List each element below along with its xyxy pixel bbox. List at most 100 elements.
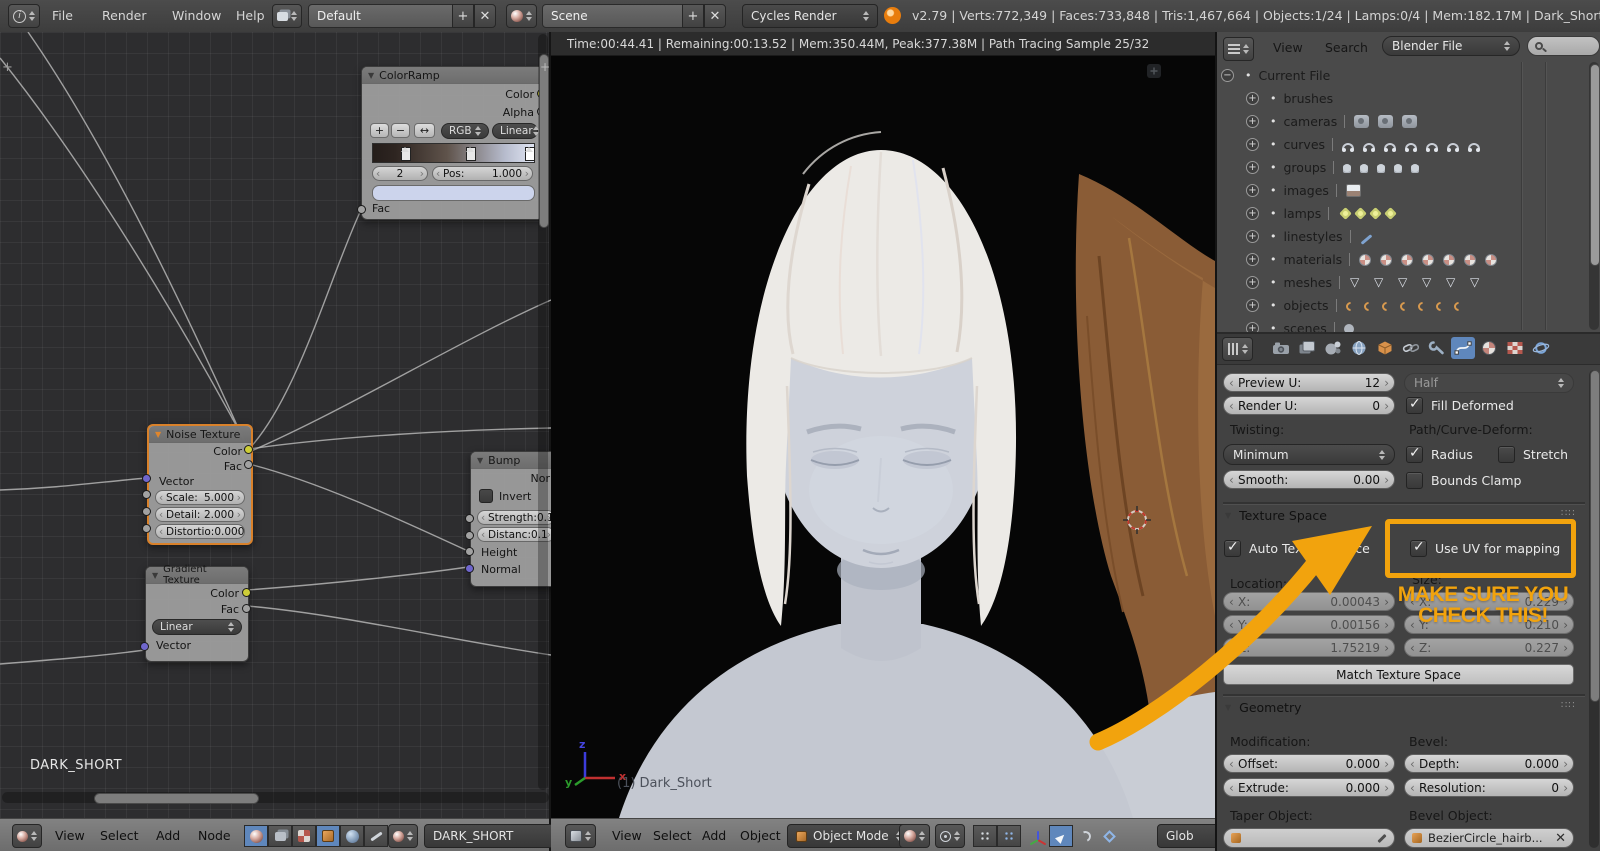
size-y-slider[interactable]: Y:0.210 — [1404, 615, 1574, 634]
menu-render[interactable]: Render — [96, 8, 153, 23]
noise-detail-slider[interactable]: Detail:2.000 — [155, 507, 245, 522]
menu-add[interactable]: Add — [156, 819, 180, 851]
resolution-slider[interactable]: Resolution:0 — [1404, 778, 1574, 797]
socket-bump-distance[interactable] — [465, 531, 474, 540]
socket-colorramp-fac[interactable] — [357, 205, 366, 214]
region-expand-icon[interactable]: + — [2, 60, 13, 75]
socket-noise-vector[interactable] — [142, 474, 151, 483]
tab-modifiers[interactable] — [1425, 337, 1449, 359]
ramp-stop-active[interactable] — [525, 147, 535, 161]
horizontal-scrollbar[interactable] — [2, 792, 549, 803]
node-tree-texture-toggle[interactable] — [292, 825, 316, 847]
panel-drag-icon[interactable]: ∷∷ — [1561, 508, 1576, 519]
menu-view[interactable]: View — [612, 819, 642, 851]
expand-icon[interactable]: + — [1246, 184, 1259, 197]
outliner-row-objects[interactable]: +•objects — [1217, 294, 1585, 317]
node-tree-compositing-toggle[interactable] — [268, 825, 292, 847]
expand-icon[interactable]: + — [1246, 138, 1259, 151]
render-engine-dropdown[interactable]: Cycles Render — [742, 4, 878, 28]
shader-linestyle-toggle[interactable] — [364, 825, 388, 847]
size-x-slider[interactable]: X:0.229 — [1404, 592, 1574, 611]
collapse-icon[interactable]: ▼ — [155, 430, 161, 439]
ramp-position-slider[interactable]: Pos:1.000 — [432, 166, 533, 181]
tab-object[interactable] — [1373, 337, 1397, 359]
scene-name-field[interactable]: Scene — [542, 4, 698, 28]
socket-bump-normal[interactable] — [465, 564, 474, 573]
tab-texture[interactable] — [1503, 337, 1527, 359]
outliner-scrollbar[interactable] — [1589, 62, 1599, 330]
mode-dropdown[interactable]: Object Mode — [787, 824, 911, 848]
menu-search[interactable]: Search — [1325, 40, 1368, 55]
outliner-row-groups[interactable]: +•groups — [1217, 156, 1585, 179]
menu-window[interactable]: Window — [166, 8, 227, 23]
tab-world[interactable] — [1347, 337, 1371, 359]
radius-checkbox[interactable]: Radius — [1406, 446, 1473, 463]
vertical-scrollbar[interactable] — [538, 34, 548, 790]
expand-icon[interactable]: + — [1246, 253, 1259, 266]
manipulator-axis-button[interactable] — [1025, 825, 1049, 847]
bevel-object-field[interactable]: BezierCircle_hairb... ✕ — [1404, 828, 1574, 848]
material-selector-button[interactable] — [388, 824, 418, 848]
checkbox[interactable] — [1224, 540, 1241, 557]
twist-method-dropdown[interactable]: Minimum — [1223, 444, 1395, 465]
scene-selector-icon[interactable] — [506, 4, 537, 28]
expand-icon[interactable]: + — [1246, 207, 1259, 220]
viewport-shading-dropdown[interactable] — [899, 824, 930, 848]
pivot-align-toggle[interactable] — [973, 825, 997, 847]
region-expand-icon[interactable]: + — [540, 60, 550, 74]
socket-noise-detail[interactable] — [142, 507, 151, 516]
tab-object-data[interactable] — [1451, 337, 1475, 359]
node-noise-texture[interactable]: ▼Noise Texture Color Fac Vector Scale:5.… — [147, 424, 253, 545]
expand-icon[interactable]: + — [1246, 161, 1259, 174]
editor-type-button-info[interactable]: i — [8, 4, 40, 28]
noise-distortion-slider[interactable]: Distortio:0.000 — [155, 524, 245, 539]
ramp-interpolation-dropdown[interactable]: Linear — [492, 123, 538, 139]
panel-drag-icon[interactable]: ∷∷ — [1561, 700, 1576, 711]
screen-layout-name-field[interactable]: Default — [308, 4, 468, 28]
checkbox[interactable] — [1498, 446, 1515, 463]
menu-view[interactable]: View — [55, 819, 85, 851]
editor-type-button-node[interactable] — [12, 824, 42, 848]
ramp-add-button[interactable]: + — [370, 123, 389, 138]
ramp-flip-button[interactable]: ↔ — [414, 123, 435, 138]
viewport-3d[interactable]: Time:00:44.41 | Remaining:00:13.52 | Mem… — [551, 32, 1215, 851]
stretch-checkbox[interactable]: Stretch — [1498, 446, 1568, 463]
checkbox[interactable] — [1406, 446, 1423, 463]
extrude-slider[interactable]: Extrude:0.000 — [1223, 778, 1395, 797]
auto-texture-space-checkbox[interactable]: Auto Texture Space — [1224, 540, 1370, 557]
close-layout-button[interactable]: ✕ — [474, 4, 496, 28]
menu-view[interactable]: View — [1273, 40, 1303, 55]
match-texture-space-button[interactable]: Match Texture Space — [1223, 664, 1574, 685]
shader-world-toggle[interactable] — [340, 825, 364, 847]
menu-select[interactable]: Select — [653, 819, 692, 851]
geometry-panel-header[interactable]: ▼Geometry — [1225, 700, 1302, 715]
collapse-icon[interactable]: ▼ — [368, 71, 374, 80]
preview-u-slider[interactable]: Preview U:12 — [1223, 373, 1395, 392]
checkbox[interactable] — [1410, 540, 1427, 557]
shader-object-toggle[interactable] — [316, 825, 340, 847]
tab-render[interactable] — [1269, 337, 1293, 359]
eyedropper-icon[interactable] — [1377, 833, 1386, 842]
clear-icon[interactable]: ✕ — [1555, 831, 1566, 846]
color-ramp-gradient[interactable] — [372, 143, 535, 163]
socket-gradient-color[interactable] — [242, 588, 251, 597]
menu-file[interactable]: File — [46, 8, 79, 23]
fill-deformed-checkbox[interactable]: Fill Deformed — [1406, 397, 1514, 414]
socket-noise-color[interactable] — [244, 445, 253, 454]
node-colorramp[interactable]: ▼ColorRamp Color Alpha + − ↔ RGB Linear … — [361, 66, 544, 220]
outliner-row-linestyles[interactable]: +•linestyles — [1217, 225, 1585, 248]
location-z-slider[interactable]: Z:1.75219 — [1223, 638, 1395, 657]
socket-bump-strength[interactable] — [465, 514, 474, 523]
add-layout-button[interactable]: + — [452, 4, 474, 28]
location-y-slider[interactable]: Y:0.00156 — [1223, 615, 1395, 634]
expand-icon[interactable]: + — [1246, 115, 1259, 128]
menu-node[interactable]: Node — [198, 819, 231, 851]
size-z-slider[interactable]: Z:0.227 — [1404, 638, 1574, 657]
tab-render-layers[interactable] — [1295, 337, 1319, 359]
collapse-icon[interactable]: ▼ — [477, 456, 483, 465]
outliner-row-brushes[interactable]: +•brushes — [1217, 87, 1585, 110]
menu-add[interactable]: Add — [702, 819, 726, 851]
menu-help[interactable]: Help — [230, 8, 271, 23]
outliner-row-lamps[interactable]: +•lamps — [1217, 202, 1585, 225]
use-uv-for-mapping-checkbox[interactable]: Use UV for mapping — [1410, 540, 1560, 557]
